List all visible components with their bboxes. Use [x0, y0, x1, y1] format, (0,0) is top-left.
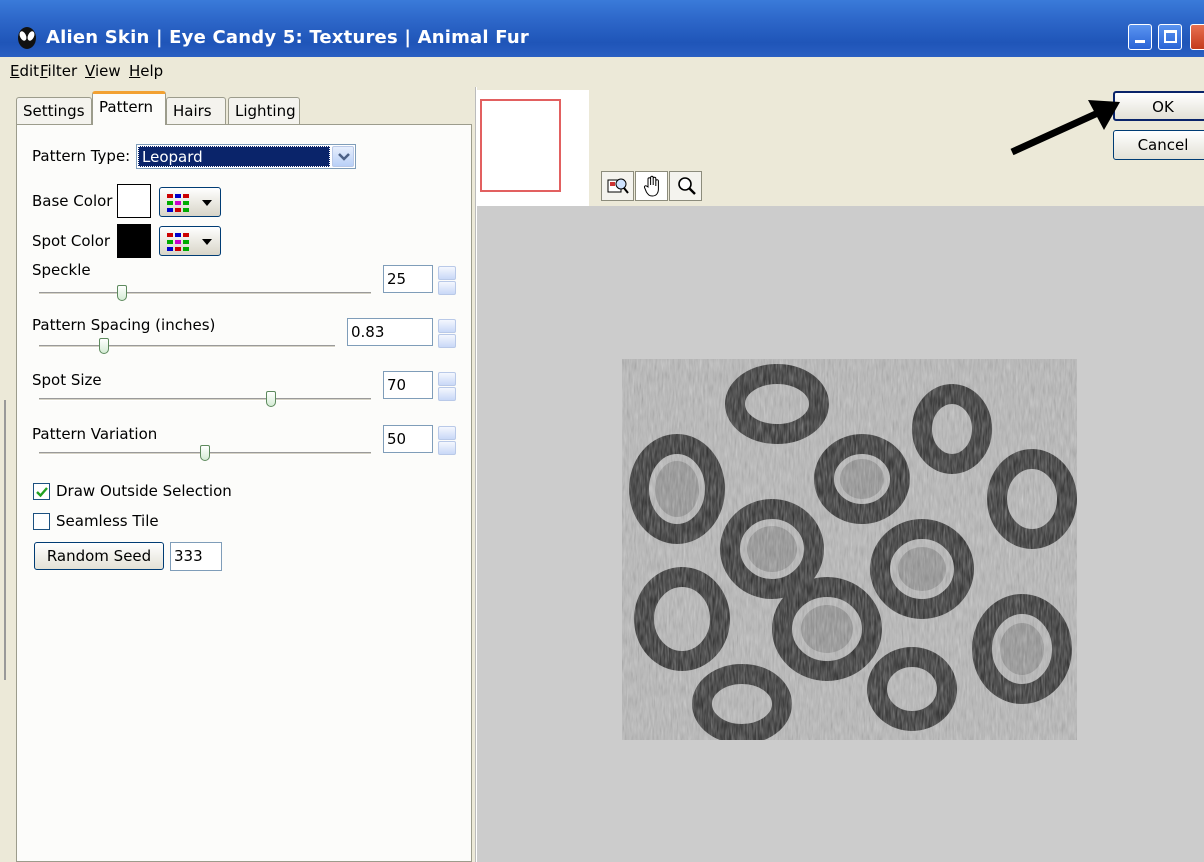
pattern-type-dropdown-button[interactable]: [332, 146, 354, 167]
pattern-variation-value-field[interactable]: 50: [383, 425, 433, 453]
random-seed-field[interactable]: 333: [170, 542, 222, 571]
spot-size-slider-thumb[interactable]: [266, 391, 277, 407]
spot-size-value-field[interactable]: 70: [383, 371, 433, 399]
zoom-tool-button[interactable]: [669, 171, 702, 201]
cancel-button[interactable]: Cancel: [1113, 130, 1204, 160]
hand-icon: [643, 175, 659, 197]
panel-edge: [0, 400, 6, 680]
alien-skin-app-icon: [18, 27, 36, 49]
navigator-icon: [607, 178, 629, 194]
checkmark-icon: [36, 487, 48, 498]
pattern-spacing-spinner[interactable]: [438, 319, 456, 348]
spin-down-icon[interactable]: [438, 441, 456, 455]
tab-lighting[interactable]: Lighting: [228, 97, 300, 124]
speckle-slider-thumb[interactable]: [117, 285, 127, 301]
pattern-spacing-slider-track[interactable]: [39, 345, 335, 348]
speckle-label: Speckle: [32, 261, 91, 279]
spin-up-icon[interactable]: [438, 372, 456, 386]
minimize-button[interactable]: [1128, 24, 1152, 50]
color-grid-icon: [167, 233, 189, 251]
hand-tool-button[interactable]: [635, 171, 668, 201]
menu-view[interactable]: View: [85, 62, 121, 80]
pointer-arrow-annotation: [1010, 100, 1120, 156]
speckle-value-field[interactable]: 25: [383, 265, 433, 293]
menu-bar: [0, 57, 1204, 87]
animal-fur-preview-image[interactable]: [622, 359, 1077, 740]
base-color-swatch[interactable]: [117, 184, 151, 218]
menu-edit[interactable]: Edit: [10, 62, 39, 80]
minimize-icon: [1135, 40, 1145, 43]
menu-filter[interactable]: Filter: [40, 62, 77, 80]
spin-up-icon[interactable]: [438, 266, 456, 280]
dropdown-arrow-icon: [202, 239, 212, 245]
spot-color-palette-button[interactable]: [159, 226, 221, 256]
zoom-icon: [678, 177, 696, 195]
tab-settings[interactable]: Settings: [16, 97, 92, 124]
speckle-slider-track[interactable]: [39, 292, 371, 295]
seamless-tile-checkbox[interactable]: [33, 513, 50, 530]
speckle-spinner[interactable]: [438, 266, 456, 295]
chevron-down-icon: [338, 153, 350, 161]
seamless-tile-label[interactable]: Seamless Tile: [56, 512, 159, 530]
base-color-label: Base Color: [32, 192, 113, 210]
navigator-view-rect[interactable]: [480, 99, 561, 192]
menu-help[interactable]: Help: [129, 62, 163, 80]
maximize-icon: [1164, 30, 1177, 43]
window-title: Alien Skin | Eye Candy 5: Textures | Ani…: [46, 27, 529, 48]
navigator-tool-button[interactable]: [601, 171, 634, 201]
close-button[interactable]: [1190, 24, 1204, 50]
spot-color-swatch[interactable]: [117, 224, 151, 258]
dropdown-arrow-icon: [202, 200, 212, 206]
spin-up-icon[interactable]: [438, 426, 456, 440]
pattern-type-label: Pattern Type:: [32, 147, 131, 165]
pattern-variation-label: Pattern Variation: [32, 425, 158, 443]
maximize-button[interactable]: [1158, 24, 1182, 50]
spot-size-label: Spot Size: [32, 371, 102, 389]
tab-pattern[interactable]: Pattern: [92, 91, 166, 125]
pattern-spacing-slider-thumb[interactable]: [99, 338, 110, 354]
pattern-variation-spinner[interactable]: [438, 426, 456, 455]
draw-outside-selection-label[interactable]: Draw Outside Selection: [56, 482, 232, 500]
pattern-spacing-value-field[interactable]: 0.83: [347, 318, 433, 346]
tab-hairs[interactable]: Hairs: [166, 97, 226, 124]
ok-button[interactable]: OK: [1113, 91, 1204, 121]
pattern-spacing-label: Pattern Spacing (inches): [32, 316, 216, 334]
spot-color-label: Spot Color: [32, 232, 111, 250]
spin-up-icon[interactable]: [438, 319, 456, 333]
draw-outside-selection-checkbox[interactable]: [33, 483, 50, 500]
spin-down-icon[interactable]: [438, 334, 456, 348]
pattern-type-value: Leopard: [138, 146, 330, 167]
spot-size-spinner[interactable]: [438, 372, 456, 401]
random-seed-button[interactable]: Random Seed: [34, 542, 164, 570]
spin-down-icon[interactable]: [438, 387, 456, 401]
color-grid-icon: [167, 194, 189, 212]
spot-size-slider-track[interactable]: [39, 398, 371, 401]
base-color-palette-button[interactable]: [159, 187, 221, 217]
pattern-variation-slider-thumb[interactable]: [200, 445, 210, 461]
spin-down-icon[interactable]: [438, 281, 456, 295]
